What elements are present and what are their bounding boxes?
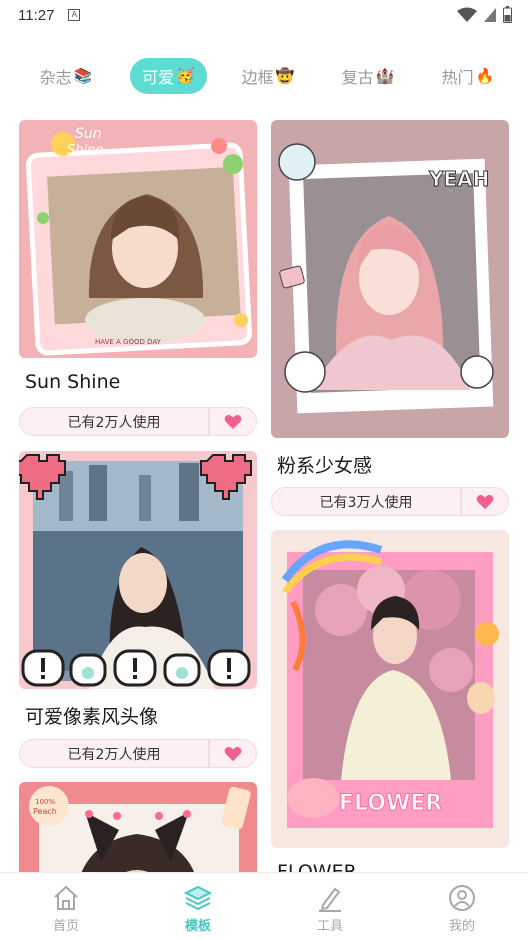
tab-label: 杂志 (39, 68, 72, 87)
template-image-pink-girl[interactable]: YEAH (271, 120, 509, 438)
pen-icon (319, 887, 341, 912)
tab-label: 可爱 (142, 68, 175, 87)
signal-icon (484, 7, 496, 22)
category-tabs: 杂志 📚 可爱 🥳 边框 🤠 复古 🏰 热门 🔥 (0, 58, 528, 94)
heart-icon (224, 746, 242, 761)
template-thumbnail (19, 451, 257, 689)
like-button[interactable] (461, 487, 509, 516)
card-title: 粉系少女感 (277, 455, 373, 477)
party-face-icon: 🥳 (176, 67, 195, 85)
tab-frame[interactable]: 边框 🤠 (228, 58, 308, 94)
template-image-sun-shine[interactable]: Sun Shine HAVE A GOOD DAY (19, 120, 257, 358)
tab-label: 复古 (341, 68, 374, 87)
template-image-flower[interactable]: FLOWER (271, 530, 509, 848)
status-icons (457, 6, 512, 23)
photo-text: YEAH (428, 167, 489, 191)
nav-label: 我的 (448, 919, 475, 934)
usage-count: 已有2万人使用 (19, 739, 209, 768)
books-icon: 📚 (73, 67, 93, 85)
nav-label: 工具 (316, 919, 343, 934)
nav-templates[interactable]: 模板 (132, 873, 264, 940)
card-title: Sun Shine (25, 371, 121, 393)
like-button[interactable] (209, 739, 257, 768)
card-title: 可爱像素风头像 (25, 706, 159, 728)
status-bar: 11:27 A (0, 0, 528, 30)
photo-text: Shine (67, 143, 103, 158)
template-thumbnail: YEAH (271, 120, 509, 438)
tab-hot[interactable]: 热门 🔥 (428, 58, 508, 94)
tab-cute[interactable]: 可爱 🥳 (130, 58, 207, 94)
bottom-navigation: 首页 模板 工具 我的 (0, 872, 528, 940)
photo-text: Sun (75, 126, 102, 142)
nav-profile[interactable]: 我的 (396, 873, 528, 940)
template-thumbnail: Sun Shine HAVE A GOOD DAY (19, 120, 257, 358)
photo-text: FLOWER (339, 791, 442, 816)
nav-label: 模板 (184, 919, 211, 934)
nav-label: 首页 (52, 919, 79, 934)
layers-icon (183, 885, 213, 911)
battery-icon (503, 6, 512, 23)
tab-magazine[interactable]: 杂志 📚 (26, 58, 106, 94)
photo-text: HAVE A GOOD DAY (95, 338, 162, 346)
tab-retro[interactable]: 复古 🏰 (328, 58, 408, 94)
tab-label: 热门 (441, 68, 474, 87)
heart-icon (476, 494, 494, 509)
usage-count: 已有2万人使用 (19, 407, 209, 436)
heart-icon (224, 414, 242, 429)
tab-label: 边框 (241, 68, 274, 87)
nav-home[interactable]: 首页 (0, 873, 132, 940)
notification-a-icon: A (68, 9, 81, 21)
home-icon (54, 885, 78, 910)
fire-icon: 🔥 (475, 67, 495, 85)
photo-text: Peach (33, 807, 57, 816)
wifi-icon (457, 7, 477, 22)
like-button[interactable] (209, 407, 257, 436)
castle-icon: 🏰 (375, 67, 395, 85)
status-time: 11:27 (18, 6, 55, 24)
profile-icon (449, 885, 475, 911)
cowboy-face-icon: 🤠 (275, 67, 295, 85)
usage-count: 已有3万人使用 (271, 487, 461, 516)
photo-text: 100% (35, 798, 55, 806)
template-image-pixel-avatar[interactable] (19, 451, 257, 689)
template-thumbnail: FLOWER (271, 530, 509, 848)
nav-tools[interactable]: 工具 (264, 873, 396, 940)
